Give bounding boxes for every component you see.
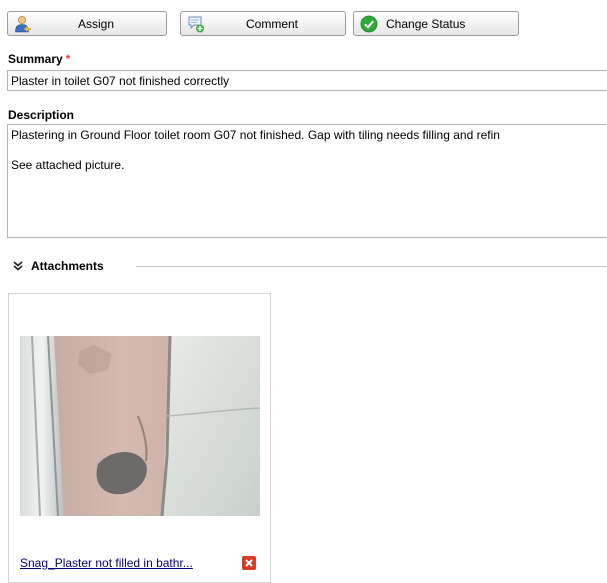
assign-button[interactable]: Assign bbox=[7, 11, 167, 36]
check-circle-icon bbox=[360, 15, 378, 32]
description-label: Description bbox=[8, 108, 75, 122]
comment-button[interactable]: Comment bbox=[180, 11, 346, 36]
close-icon bbox=[245, 559, 253, 567]
summary-label-text: Summary bbox=[8, 52, 63, 66]
double-chevron-down-icon bbox=[13, 261, 23, 271]
attachment-thumbnail[interactable] bbox=[20, 336, 260, 516]
add-comment-icon bbox=[188, 16, 204, 32]
comment-label: Comment bbox=[245, 16, 298, 31]
change-status-button[interactable]: Change Status bbox=[353, 11, 519, 36]
attachment-filename-link[interactable]: Snag_Plaster not filled in bathr... bbox=[20, 556, 193, 570]
summary-field[interactable]: Plaster in toilet G07 not finished corre… bbox=[7, 70, 607, 91]
photo-image bbox=[20, 336, 260, 516]
change-status-label: Change Status bbox=[386, 16, 466, 31]
attachments-divider bbox=[136, 266, 607, 267]
required-mark: * bbox=[65, 52, 71, 66]
assign-label: Assign bbox=[77, 16, 115, 31]
summary-label: Summary * bbox=[8, 52, 70, 66]
delete-attachment-button[interactable] bbox=[242, 556, 256, 570]
attachments-title: Attachments bbox=[31, 259, 104, 273]
attachment-card: Snag_Plaster not filled in bathr... bbox=[8, 293, 271, 583]
attachments-toggle[interactable]: Attachments bbox=[13, 259, 104, 273]
user-assign-icon bbox=[15, 15, 31, 32]
description-field[interactable]: Plastering in Ground Floor toilet room G… bbox=[7, 124, 607, 238]
